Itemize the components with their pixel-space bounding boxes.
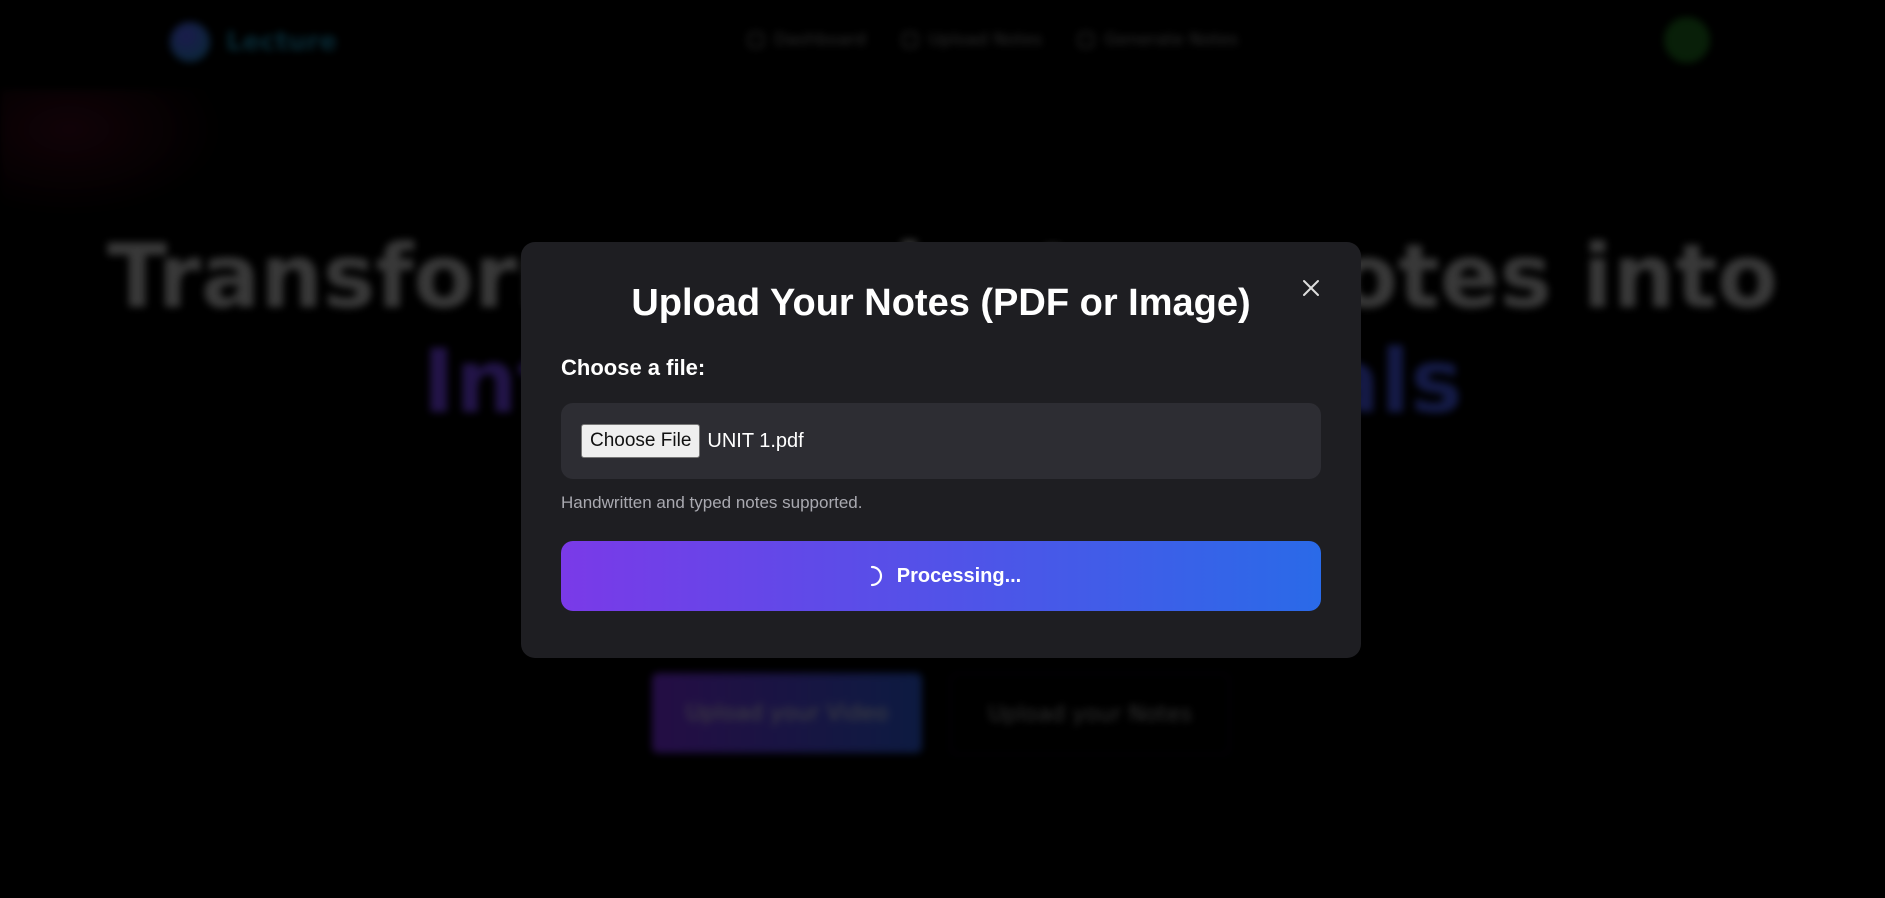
modal-title: Upload Your Notes (PDF or Image) <box>631 282 1251 324</box>
upload-modal: Upload Your Notes (PDF or Image) Choose … <box>521 242 1361 658</box>
choose-file-button[interactable]: Choose File <box>581 424 701 458</box>
processing-button[interactable]: Processing... <box>561 541 1321 611</box>
close-icon[interactable] <box>1297 274 1325 302</box>
file-hint: Handwritten and typed notes supported. <box>561 493 863 512</box>
file-label: Choose a file: <box>561 355 706 380</box>
file-input[interactable]: Choose File UNIT 1.pdf <box>561 403 1321 479</box>
processing-label: Processing... <box>896 564 1022 587</box>
spinner-icon <box>870 565 882 587</box>
selected-file-name: UNIT 1.pdf <box>707 429 804 452</box>
